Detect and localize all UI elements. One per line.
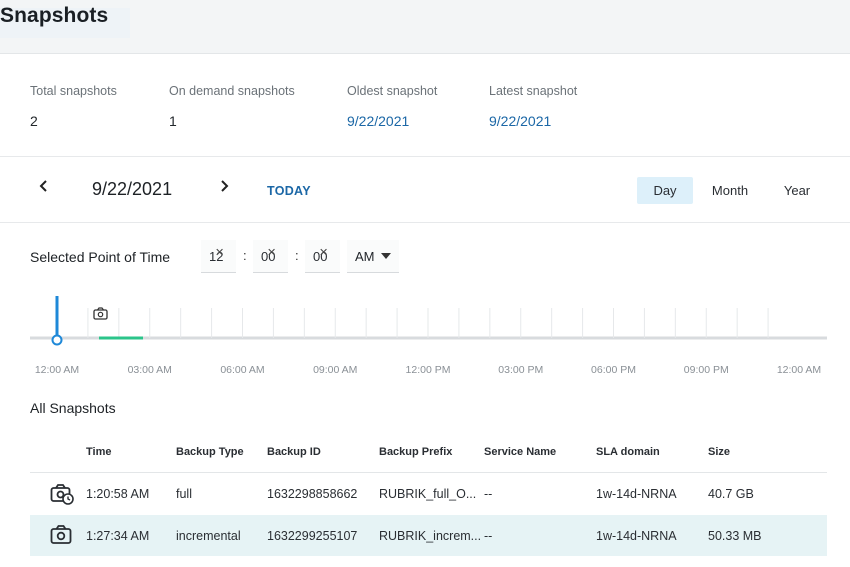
cell-sla-domain: 1w-14d-NRNA xyxy=(596,487,677,501)
camera-icon xyxy=(50,524,74,551)
ampm-value: AM xyxy=(355,249,375,264)
table-row-selected[interactable]: 1:27:34 AM incremental 1632299255107 RUB… xyxy=(30,515,827,556)
column-header-backup-prefix[interactable]: Backup Prefix xyxy=(379,446,452,458)
stat-value: 2 xyxy=(30,113,38,129)
cell-time: 1:27:34 AM xyxy=(86,529,150,543)
column-header-size[interactable]: Size xyxy=(708,446,730,458)
timeline-tick-label: 12:00 PM xyxy=(405,364,451,376)
stat-total: Total snapshots 2 xyxy=(30,84,117,129)
timeline-camera-icon[interactable] xyxy=(93,307,108,320)
cell-size: 50.33 MB xyxy=(708,529,762,543)
stat-label: Oldest snapshot xyxy=(347,84,438,98)
minute-input[interactable]: 00 ✕ xyxy=(253,240,288,273)
timeline-tick-label: 09:00 AM xyxy=(313,364,358,376)
cell-size: 40.7 GB xyxy=(708,487,754,501)
cell-backup-prefix: RUBRIK_full_O... xyxy=(379,487,477,501)
chevron-left-icon[interactable] xyxy=(38,179,50,197)
page-title: Snapshots xyxy=(0,4,109,27)
current-date: 9/22/2021 xyxy=(92,179,173,199)
view-year-button[interactable]: Year xyxy=(770,177,824,204)
cell-sla-domain: 1w-14d-NRNA xyxy=(596,529,677,543)
cell-backup-id: 1632299255107 xyxy=(267,529,358,543)
timeline-tick-label: 09:00 PM xyxy=(683,364,729,376)
cell-backup-id: 1632298858662 xyxy=(267,487,358,501)
timeline-tick-label: 12:00 AM xyxy=(776,364,822,376)
column-header-service-name[interactable]: Service Name xyxy=(484,446,556,458)
cell-backup-type: full xyxy=(176,487,192,501)
selected-point-label: Selected Point of Time xyxy=(30,249,171,265)
column-header-sla-domain[interactable]: SLA domain xyxy=(596,446,660,458)
timeline-tick-label: 03:00 AM xyxy=(127,364,172,376)
cell-backup-prefix: RUBRIK_increm... xyxy=(379,529,482,543)
column-header-backup-id[interactable]: Backup ID xyxy=(267,446,321,458)
cell-service-name: -- xyxy=(484,487,493,501)
ampm-select[interactable]: AM xyxy=(347,240,399,273)
divider xyxy=(0,222,850,223)
timeline-tick-label: 06:00 PM xyxy=(591,364,636,376)
timeline-cursor-handle[interactable] xyxy=(51,334,63,346)
close-icon[interactable]: ✕ xyxy=(215,246,224,259)
column-header-time[interactable]: Time xyxy=(86,446,111,458)
timeline-tick-label: 03:00 PM xyxy=(498,364,544,376)
stat-label: On demand snapshots xyxy=(169,84,295,98)
camera-on-demand-icon xyxy=(50,483,74,510)
caret-down-icon xyxy=(381,253,391,259)
table-row[interactable]: 1:20:58 AM full 1632298858662 RUBRIK_ful… xyxy=(30,473,827,514)
latest-snapshot-link[interactable]: 9/22/2021 xyxy=(489,113,577,129)
divider xyxy=(0,156,850,157)
stat-label: Latest snapshot xyxy=(489,84,578,98)
all-snapshots-title: All Snapshots xyxy=(30,400,116,416)
cell-time: 1:20:58 AM xyxy=(86,487,150,501)
cell-backup-type: incremental xyxy=(176,529,241,543)
timeline-tick-label: 12:00 AM xyxy=(34,364,80,376)
second-input[interactable]: 00 ✕ xyxy=(305,240,340,273)
time-separator: : xyxy=(295,248,299,263)
stat-label: Total snapshots xyxy=(30,84,117,98)
stat-latest: Latest snapshot 9/22/2021 xyxy=(489,84,577,129)
oldest-snapshot-link[interactable]: 9/22/2021 xyxy=(347,113,437,129)
timeline-tick-label: 06:00 AM xyxy=(220,364,265,376)
stat-value: 1 xyxy=(169,113,177,129)
close-icon[interactable]: ✕ xyxy=(267,246,276,259)
today-button[interactable]: TODAY xyxy=(267,184,311,198)
close-icon[interactable]: ✕ xyxy=(319,246,328,259)
cell-service-name: -- xyxy=(484,529,493,543)
view-month-button[interactable]: Month xyxy=(702,177,758,204)
time-separator: : xyxy=(243,248,247,263)
snapshots-panel: Total snapshots 2 On demand snapshots 1 … xyxy=(0,53,850,567)
chevron-right-icon[interactable] xyxy=(218,179,230,197)
stat-on-demand: On demand snapshots 1 xyxy=(169,84,295,129)
stat-oldest: Oldest snapshot 9/22/2021 xyxy=(347,84,437,129)
view-day-button[interactable]: Day xyxy=(637,177,693,204)
column-header-backup-type[interactable]: Backup Type xyxy=(176,446,244,458)
hour-input[interactable]: 12 ✕ xyxy=(201,240,236,273)
